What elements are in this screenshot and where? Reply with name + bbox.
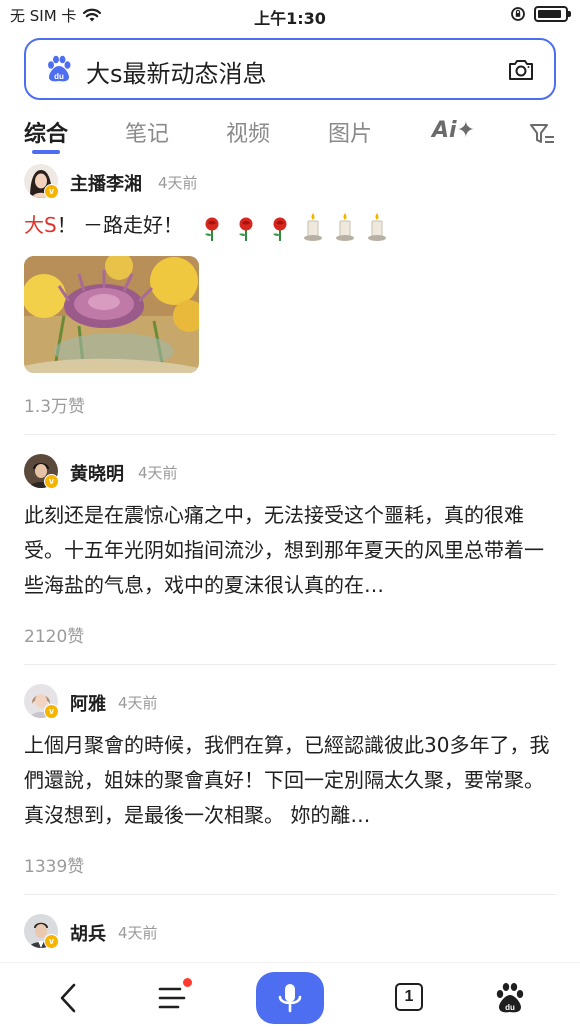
search-box[interactable]: du 大s最新动态消息: [24, 38, 556, 100]
verified-badge-icon: v: [44, 474, 59, 489]
author-name[interactable]: 黄晓明: [70, 460, 124, 486]
battery-icon: [534, 6, 571, 22]
tab-videos[interactable]: 视频: [226, 116, 270, 148]
svg-text:du: du: [505, 1003, 515, 1012]
post-card[interactable]: v 阿雅 4天前 上個月聚會的時候，我們在算，已經認識彼此30多年了，我們還說，…: [24, 682, 556, 833]
post-text[interactable]: 此刻还是在震惊心痛之中，无法接受这个噩耗，真的很难受。十五年光阴如指间流沙，想到…: [24, 498, 556, 603]
post-text[interactable]: 上個月聚會的時候，我們在算，已經認識彼此30多年了，我們還說，姐妹的聚會真好！下…: [24, 728, 556, 833]
like-count[interactable]: 1339赞: [24, 852, 84, 877]
divider: [24, 894, 556, 895]
verified-badge-icon: v: [44, 184, 59, 199]
status-right: [510, 6, 571, 22]
tab-count-button[interactable]: 1: [395, 983, 423, 1011]
emoji-row: [201, 212, 387, 242]
divider: [24, 434, 556, 435]
microphone-icon: [278, 984, 302, 1013]
status-time: 上午1:30: [254, 9, 326, 28]
post-card[interactable]: v 黄晓明 4天前 此刻还是在震惊心痛之中，无法接受这个噩耗，真的很难受。十五年…: [24, 452, 556, 603]
like-count[interactable]: 2120赞: [24, 622, 84, 647]
camera-icon[interactable]: [506, 55, 536, 85]
baidu-paw-logo-icon: du: [48, 55, 71, 82]
divider: [24, 664, 556, 665]
baidu-paw-icon[interactable]: du: [494, 981, 526, 1015]
post-header: v 胡兵 4天前: [24, 912, 556, 949]
tab-notes[interactable]: 笔记: [125, 116, 169, 148]
rose-icon: [273, 217, 287, 241]
voice-search-button[interactable]: [256, 972, 324, 1024]
rose-icon: [239, 217, 253, 241]
tab-general[interactable]: 综合: [24, 116, 68, 148]
tab-images[interactable]: 图片: [328, 116, 372, 148]
post-card[interactable]: v 胡兵 4天前: [24, 912, 556, 949]
candle-icon: [368, 212, 387, 241]
post-text[interactable]: 大S！ －路走好！: [24, 208, 556, 243]
post-card[interactable]: v 主播李湘 4天前 大S！ －路走好！: [24, 162, 556, 373]
post-header: v 阿雅 4天前: [24, 682, 556, 719]
author-name[interactable]: 胡兵: [70, 920, 106, 946]
post-text-content: ！ －路走好！: [56, 213, 184, 237]
rose-icon: [205, 217, 219, 241]
author-name[interactable]: 主播李湘: [70, 170, 142, 196]
back-arrow-icon[interactable]: [54, 981, 84, 1015]
search-input[interactable]: 大s最新动态消息: [86, 54, 267, 89]
post-text-highlight: 大S: [24, 213, 57, 237]
active-tab-indicator: [32, 150, 60, 154]
post-header: v 主播李湘 4天前: [24, 162, 556, 199]
candle-icon: [336, 212, 355, 241]
rotation-lock-icon: [511, 7, 525, 21]
status-bar: 无 SIM 卡 上午1:30: [0, 0, 580, 30]
filter-icon[interactable]: [528, 122, 556, 146]
post-time: 4天前: [118, 924, 158, 942]
verified-badge-icon: v: [44, 934, 59, 949]
notification-dot: [183, 978, 192, 987]
bottom-nav-bar: 1 du: [0, 962, 580, 1031]
verified-badge-icon: v: [44, 704, 59, 719]
tab-ai[interactable]: Ai✦: [432, 118, 475, 143]
post-time: 4天前: [158, 174, 198, 192]
post-image[interactable]: [24, 256, 199, 373]
post-time: 4天前: [138, 464, 178, 482]
post-time: 4天前: [118, 694, 158, 712]
result-tabs: 综合 笔记 视频 图片 Ai✦: [0, 112, 580, 158]
like-count[interactable]: 1.3万赞: [24, 392, 85, 417]
author-name[interactable]: 阿雅: [70, 690, 106, 716]
battery-fill: [538, 10, 562, 18]
candle-icon: [304, 212, 323, 241]
svg-text:du: du: [54, 72, 64, 81]
post-header: v 黄晓明 4天前: [24, 452, 556, 489]
